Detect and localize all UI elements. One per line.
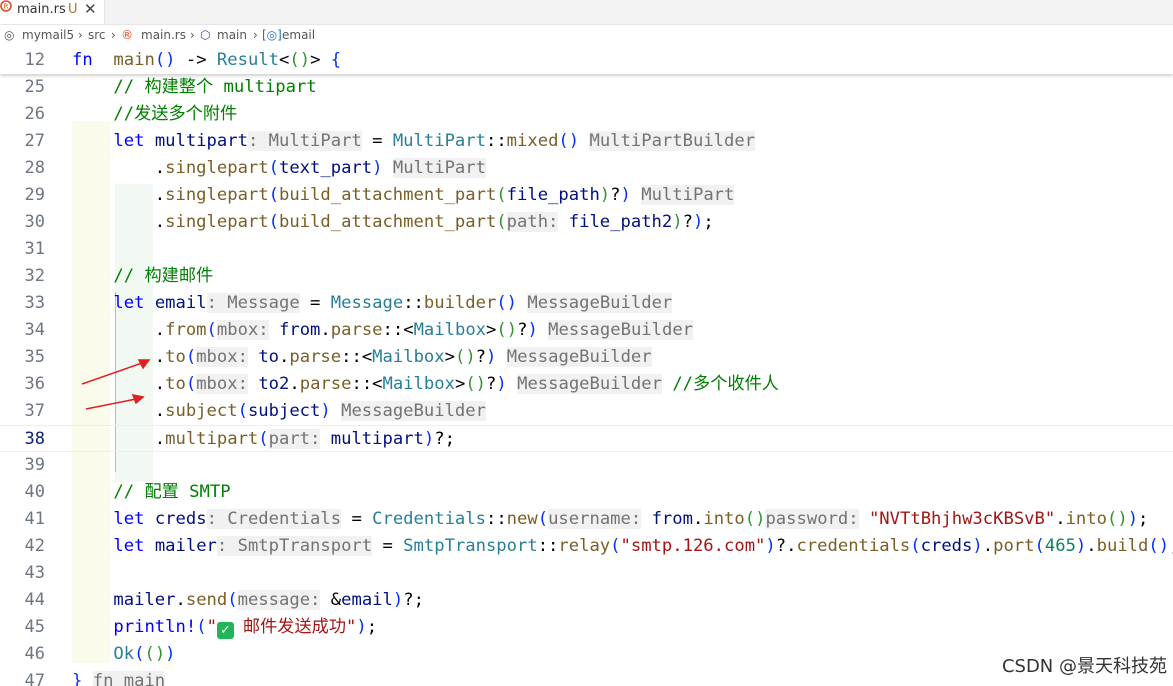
chevron-right-icon: › xyxy=(190,28,195,42)
breadcrumb-item-src[interactable]: src xyxy=(88,28,106,42)
code-editor[interactable]: 12 fn main() -> Result<()> { 25 // 构建整个 … xyxy=(0,47,1173,686)
breadcrumb-item-variable[interactable]: email xyxy=(282,28,315,42)
tab-untracked-badge: U xyxy=(68,2,78,17)
chevron-right-icon: › xyxy=(111,28,116,42)
watermark: CSDN @景天科技苑 xyxy=(1001,656,1167,677)
annotation-arrows xyxy=(81,359,151,410)
breadcrumb-item-project[interactable]: mymail5 xyxy=(22,28,74,42)
red-arrow-icon xyxy=(81,362,143,385)
breadcrumb: ◎ mymail5 › src › ® main.rs › ⬡ main › [… xyxy=(0,25,1173,47)
tab-main-rs[interactable]: R main.rs U ✕ xyxy=(0,0,105,24)
chevron-right-icon: › xyxy=(253,28,258,42)
red-arrow-icon xyxy=(85,398,137,410)
variable-icon: [◎] xyxy=(262,28,282,42)
rust-icon: ® xyxy=(121,28,133,42)
breadcrumb-item-function[interactable]: main xyxy=(217,28,247,42)
svg-text:R: R xyxy=(4,3,9,11)
arrowhead-icon xyxy=(137,359,151,370)
chevron-right-icon: › xyxy=(78,28,83,42)
breadcrumb-item-file[interactable]: main.rs xyxy=(141,28,186,42)
tab-label: main.rs xyxy=(17,2,66,17)
arrowhead-icon xyxy=(131,393,145,405)
folder-icon: ◎ xyxy=(4,28,15,42)
tab-bar: R main.rs U ✕ xyxy=(0,0,1173,25)
close-icon[interactable]: ✕ xyxy=(84,0,97,18)
rust-icon: R xyxy=(0,0,12,12)
function-icon: ⬡ xyxy=(200,28,211,42)
